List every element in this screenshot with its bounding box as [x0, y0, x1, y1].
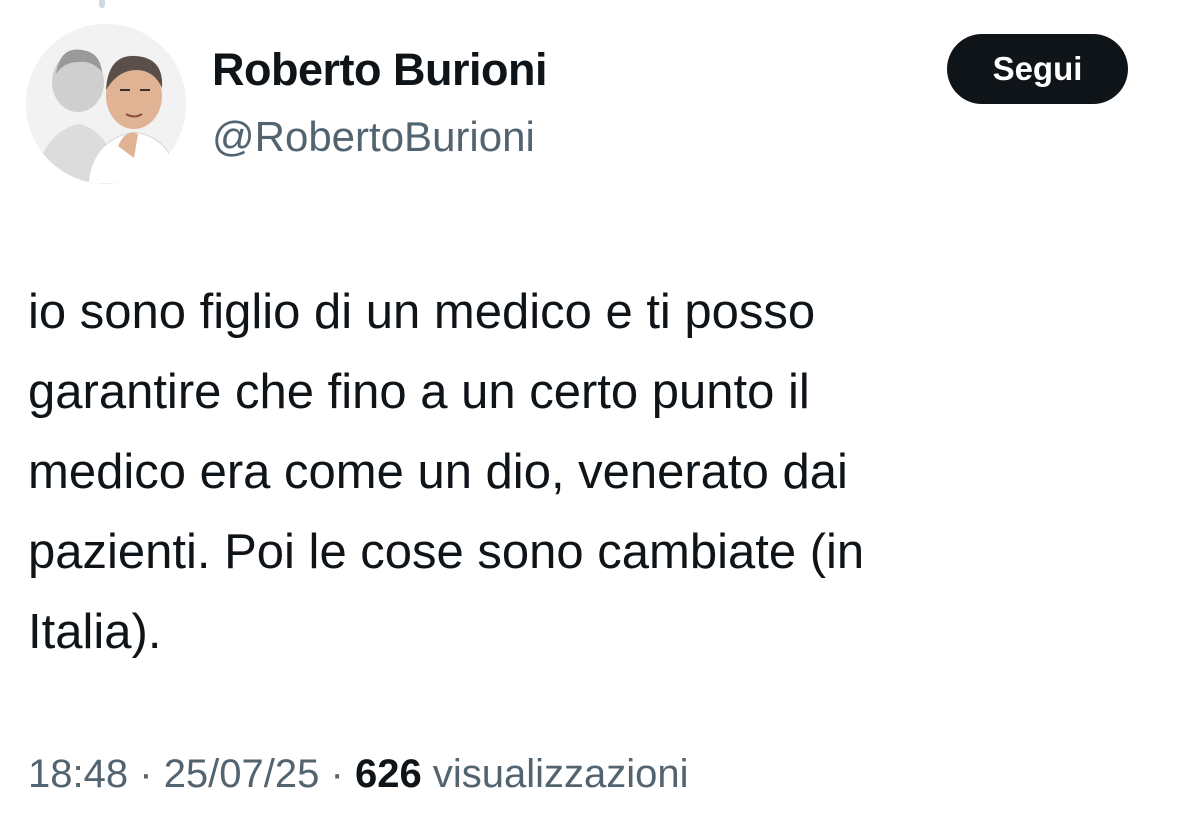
tweet-text: io sono figlio di un medico e ti posso g…: [28, 272, 1148, 672]
meta-separator: ·: [330, 752, 344, 796]
views-label[interactable]: visualizzazioni: [433, 752, 689, 796]
tweet-metadata: 18:48 · 25/07/25 · 626 visualizzazioni: [28, 752, 689, 797]
tweet-date[interactable]: 25/07/25: [164, 752, 320, 796]
views-count[interactable]: 626: [355, 752, 422, 796]
meta-separator: ·: [139, 752, 153, 796]
tweet-text-line: garantire che fino a un certo punto il: [28, 365, 810, 419]
follow-button[interactable]: Segui: [947, 34, 1128, 104]
tweet-text-line: medico era come un dio, venerato dai: [28, 445, 848, 499]
avatar-image: [26, 24, 186, 184]
author-name[interactable]: Roberto Burioni: [212, 44, 547, 96]
author-handle[interactable]: @RobertoBurioni: [212, 113, 535, 161]
tweet-text-line: Italia).: [28, 605, 162, 659]
tweet-text-line: io sono figlio di un medico e ti posso: [28, 285, 816, 339]
avatar[interactable]: [26, 24, 186, 184]
tweet-text-line: pazienti. Poi le cose sono cambiate (in: [28, 525, 865, 579]
tweet-time[interactable]: 18:48: [28, 752, 128, 796]
thread-connector: [99, 0, 105, 8]
